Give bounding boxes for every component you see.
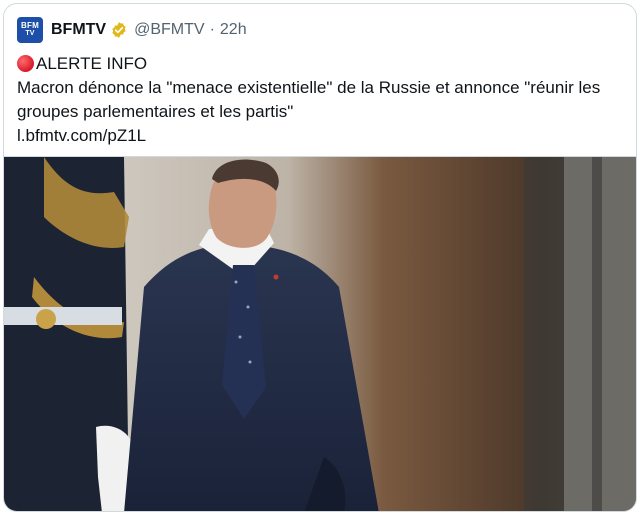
alert-label: ALERTE INFO <box>36 54 148 73</box>
avatar[interactable]: BFM TV <box>17 17 43 43</box>
body-line-1: Macron dénonce la "menace existentielle"… <box>17 78 601 97</box>
tweet-text: ALERTE INFO Macron dénonce la "menace ex… <box>17 52 627 148</box>
separator-dot: · <box>209 21 215 38</box>
tweet-header: BFM TV BFMTV @BFMTV · 22h <box>17 16 247 44</box>
alert-line: ALERTE INFO <box>17 52 627 76</box>
tweet-timestamp[interactable]: 22h <box>220 21 247 39</box>
avatar-text-line1: BFM <box>21 21 39 30</box>
body-line-2: groupes parlementaires et les partis" <box>17 102 294 121</box>
tweet-link[interactable]: l.bfmtv.com/pZ1L <box>17 124 627 148</box>
photo-illustration <box>4 157 636 511</box>
red-circle-icon <box>17 55 34 72</box>
tweet-media-photo[interactable] <box>4 156 636 511</box>
tweet-card[interactable]: BFM TV BFMTV @BFMTV · 22h ALERTE INFO Ma… <box>3 3 637 512</box>
verified-badge-icon <box>112 22 126 38</box>
author-name[interactable]: BFMTV <box>51 21 106 39</box>
avatar-text-line2: TV <box>25 30 35 37</box>
author-handle[interactable]: @BFMTV <box>134 21 204 39</box>
